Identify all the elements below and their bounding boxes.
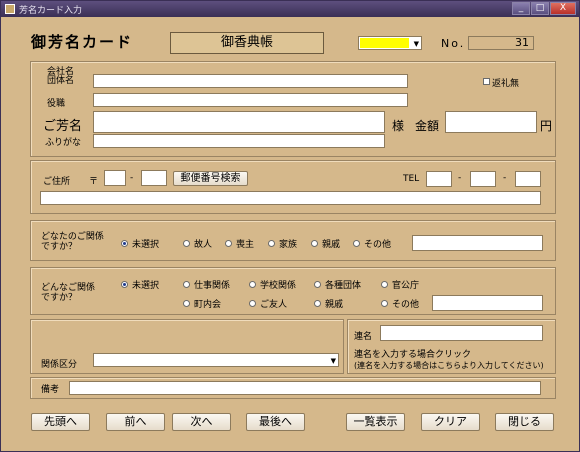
- kind-option-school[interactable]: 学校関係: [260, 278, 296, 291]
- who-family-radio[interactable]: [268, 240, 275, 247]
- kind-option-relatives[interactable]: 親戚: [325, 297, 343, 310]
- amount-label: 金額: [415, 119, 440, 133]
- who-other-radio[interactable]: [353, 240, 360, 247]
- kind-option-other[interactable]: その他: [392, 297, 419, 310]
- who-option-family[interactable]: 家族: [279, 237, 297, 250]
- furigana-input[interactable]: [93, 134, 385, 148]
- category-label: 関係区分: [41, 360, 78, 370]
- joint-name-label: 連名: [354, 332, 373, 342]
- list-view-button[interactable]: 一覧表示: [346, 413, 405, 431]
- clear-button[interactable]: クリア: [421, 413, 480, 431]
- title-bar[interactable]: 芳名カード入力 _ □ X: [1, 1, 579, 17]
- category-select[interactable]: ▼: [93, 353, 339, 367]
- card-entry-window: 芳名カード入力 _ □ X 御芳名カード 御香典帳 ▼ No. 31 会社名 団…: [0, 0, 580, 452]
- postal-dash: -: [130, 173, 134, 183]
- kind-option-unselected[interactable]: 未選択: [132, 278, 159, 291]
- address-input[interactable]: [40, 191, 541, 205]
- chevron-down-icon: ▼: [413, 40, 419, 48]
- postal-code-1-input[interactable]: [104, 170, 126, 186]
- kind-organization-radio[interactable]: [314, 281, 321, 288]
- kind-unselected-radio[interactable]: [121, 281, 128, 288]
- postal-mark: 〒: [89, 177, 99, 187]
- joint-name-click-hint[interactable]: 連名を入力する場合クリック: [354, 347, 471, 360]
- kind-relatives-radio[interactable]: [314, 300, 321, 307]
- last-record-button[interactable]: 最後へ: [246, 413, 305, 431]
- kind-option-work[interactable]: 仕事関係: [194, 278, 230, 291]
- notes-label: 備考: [41, 385, 60, 395]
- tel-2-input[interactable]: [470, 171, 496, 187]
- who-other-input[interactable]: [412, 235, 543, 251]
- kind-option-friend[interactable]: ご友人: [260, 297, 287, 310]
- name-label: ご芳名: [43, 119, 83, 134]
- tel-1-input[interactable]: [426, 171, 452, 187]
- book-label: 御香典帳: [170, 32, 324, 54]
- address-label: ご住所: [43, 177, 71, 187]
- who-deceased-radio[interactable]: [183, 240, 190, 247]
- who-option-deceased[interactable]: 故人: [194, 237, 212, 250]
- who-option-chief-mourner[interactable]: 喪主: [236, 237, 254, 250]
- kind-option-government[interactable]: 官公庁: [392, 278, 419, 291]
- kind-other-input[interactable]: [432, 295, 543, 311]
- kind-work-radio[interactable]: [183, 281, 190, 288]
- minimize-button[interactable]: _: [512, 2, 530, 15]
- title-input[interactable]: [93, 93, 408, 107]
- next-record-button[interactable]: 次へ: [172, 413, 231, 431]
- kind-option-neighborhood[interactable]: 町内会: [194, 297, 221, 310]
- relation-who-label: どなたのご関係 ですか？: [41, 232, 104, 252]
- relation-kind-label: どんなご関係 ですか？: [41, 283, 96, 303]
- address-panel: [30, 160, 556, 214]
- amount-input[interactable]: [445, 111, 537, 133]
- chevron-down-icon: ▼: [330, 357, 336, 365]
- who-option-other[interactable]: その他: [364, 237, 391, 250]
- window-title: 芳名カード入力: [19, 6, 83, 16]
- tel-3-input[interactable]: [515, 171, 541, 187]
- kind-neighborhood-radio[interactable]: [183, 300, 190, 307]
- kind-option-organization[interactable]: 各種団体: [325, 278, 361, 291]
- sama-label: 様: [392, 119, 405, 133]
- tel-dash-2: -: [503, 173, 507, 183]
- card-title: 御芳名カード: [31, 33, 134, 51]
- close-button[interactable]: 閉じる: [495, 413, 554, 431]
- who-option-relatives[interactable]: 親戚: [322, 237, 340, 250]
- kind-government-radio[interactable]: [381, 281, 388, 288]
- joint-name-input[interactable]: [380, 325, 543, 341]
- notes-input[interactable]: [69, 381, 541, 395]
- color-select[interactable]: ▼: [358, 36, 422, 50]
- postal-search-button[interactable]: 郵便番号検索: [173, 171, 248, 186]
- no-label: No.: [441, 37, 466, 50]
- maximize-button[interactable]: □: [531, 2, 549, 15]
- company-input[interactable]: [93, 74, 408, 88]
- kind-other-radio[interactable]: [381, 300, 388, 307]
- who-chief-mourner-radio[interactable]: [225, 240, 232, 247]
- who-option-unselected[interactable]: 未選択: [132, 237, 159, 250]
- kind-school-radio[interactable]: [249, 281, 256, 288]
- tel-dash-1: -: [458, 173, 462, 183]
- no-value: 31: [468, 36, 534, 50]
- who-unselected-radio[interactable]: [121, 240, 128, 247]
- color-swatch: [360, 38, 409, 48]
- return-gift-label: 返礼無: [492, 79, 520, 89]
- who-relatives-radio[interactable]: [311, 240, 318, 247]
- first-record-button[interactable]: 先頭へ: [31, 413, 90, 431]
- tel-label: TEL: [403, 174, 420, 184]
- joint-name-click-note[interactable]: (連名を入力する場合はこちらより入力してください): [354, 360, 544, 371]
- name-input[interactable]: [93, 111, 385, 133]
- return-gift-checkbox[interactable]: [483, 78, 490, 85]
- kind-friend-radio[interactable]: [249, 300, 256, 307]
- postal-code-2-input[interactable]: [141, 170, 167, 186]
- company-label: 会社名 団体名: [47, 67, 75, 86]
- app-icon: [5, 4, 15, 14]
- title-label: 役職: [47, 99, 66, 109]
- furigana-label: ふりがな: [45, 138, 82, 148]
- previous-record-button[interactable]: 前へ: [106, 413, 165, 431]
- yen-label: 円: [540, 119, 553, 133]
- close-window-button[interactable]: X: [550, 2, 576, 15]
